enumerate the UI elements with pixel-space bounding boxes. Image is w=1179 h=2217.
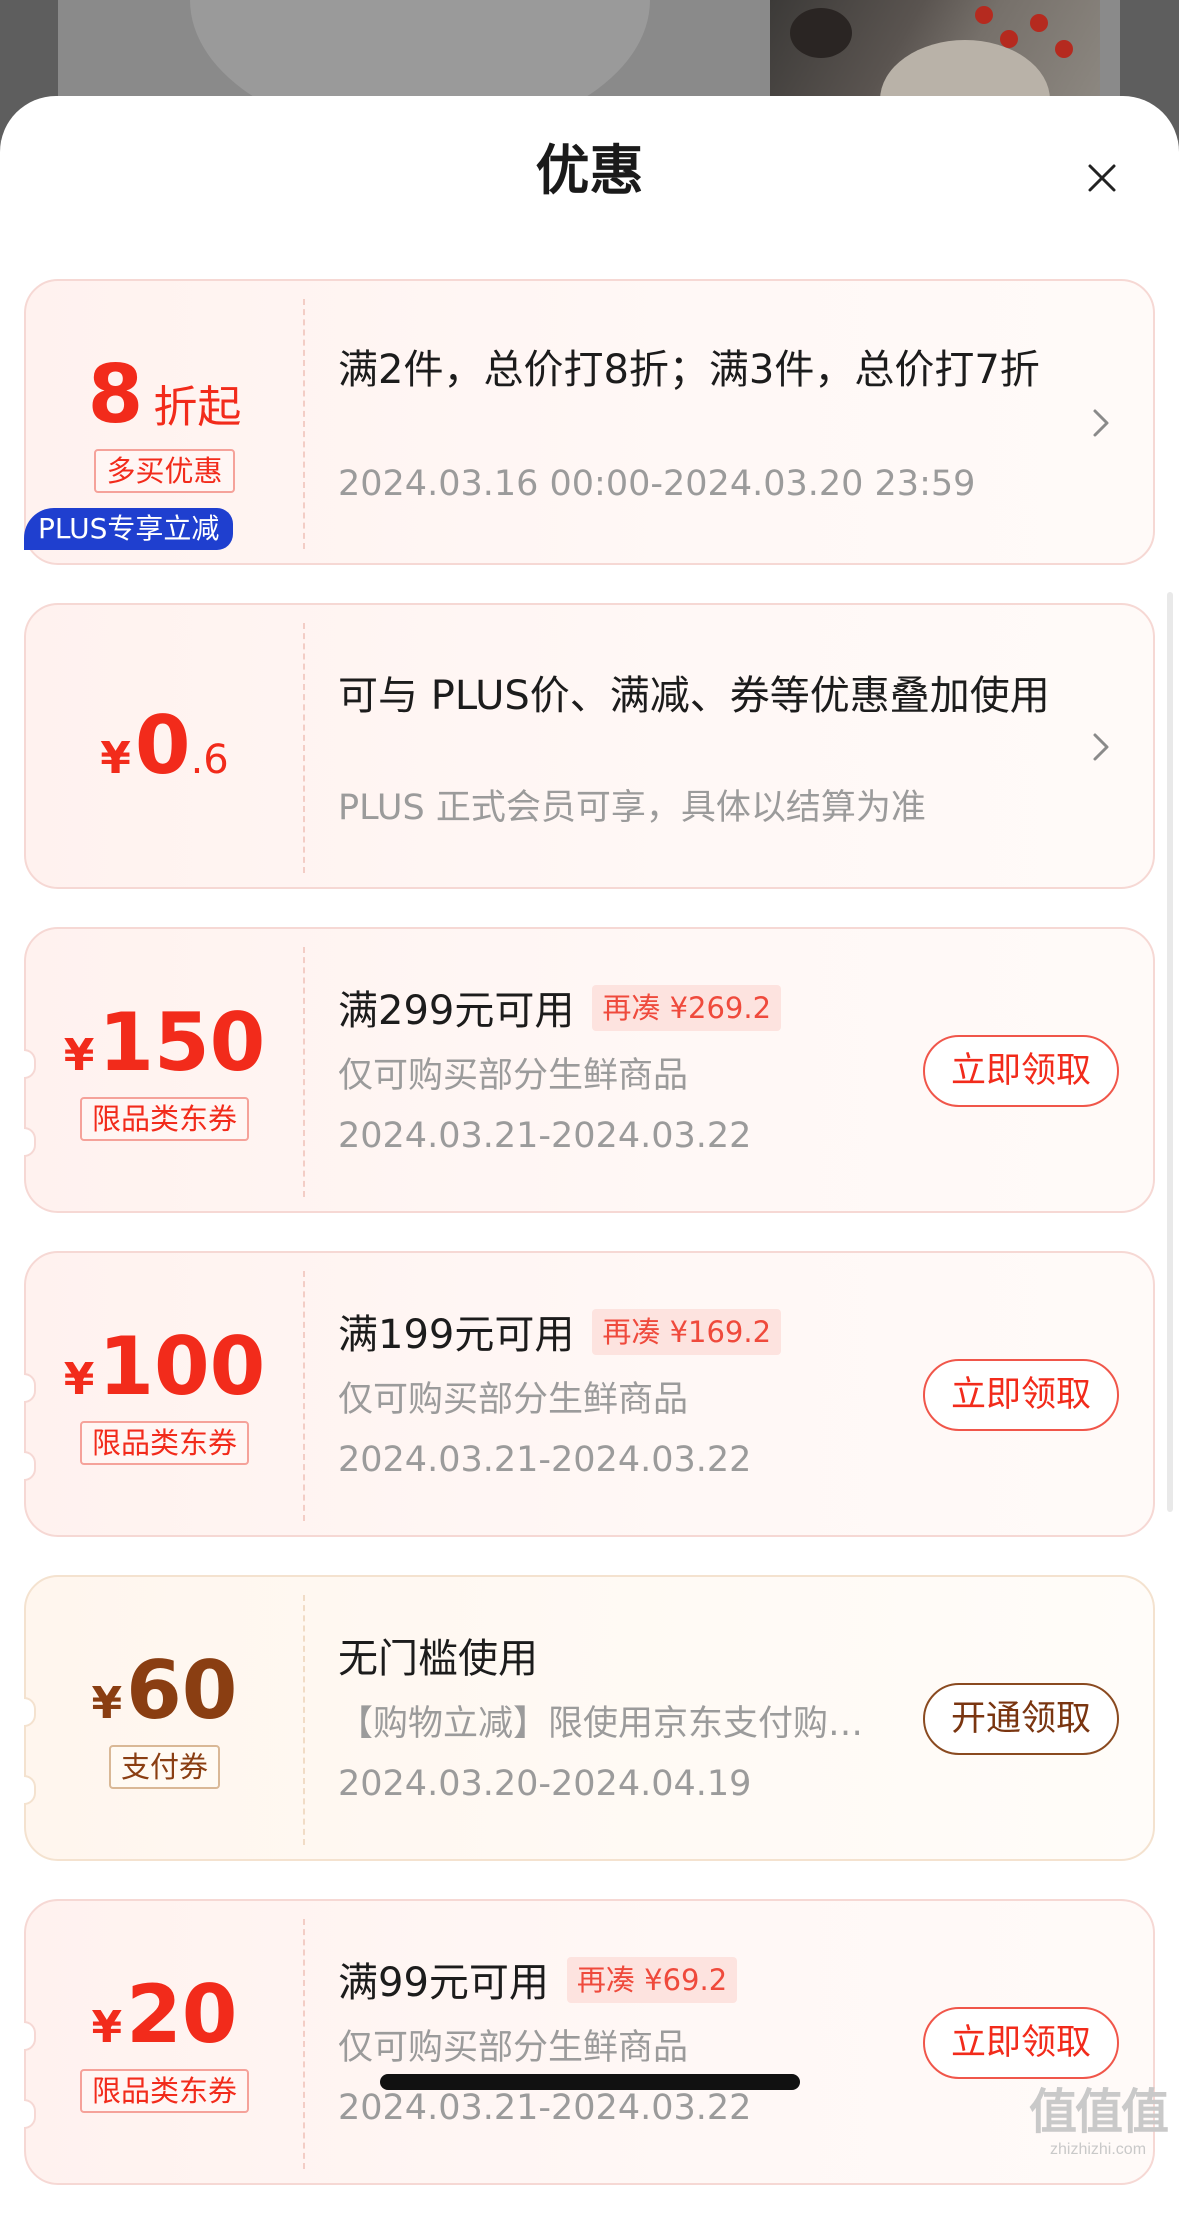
coupon-value: ¥ 20 限品类东券 — [26, 1901, 303, 2183]
remaining-amount-badge: 再凑 ¥69.2 — [566, 1957, 738, 2003]
offer-content: 满2件，总价打8折；满3件，总价打7折 2024.03.16 00:00-202… — [338, 281, 1128, 563]
coupon-validity: 2024.03.21-2024.03.22 — [338, 1440, 752, 1480]
offer-tag: 多买优惠 — [94, 449, 235, 493]
coupon-tag: 支付券 — [108, 1745, 220, 1789]
background-tomato — [1000, 30, 1018, 48]
background-tomato — [1030, 14, 1048, 32]
close-button[interactable] — [1076, 152, 1128, 204]
coupon-threshold: 满299元可用 再凑 ¥269.2 — [338, 985, 782, 1037]
coupon-amount: ¥ 20 — [92, 1971, 238, 2059]
discount-number: 0 — [134, 699, 191, 792]
coupon-tag: 限品类东券 — [79, 1097, 249, 1141]
card-divider — [303, 947, 305, 1197]
watermark-site: zhizhizhi.com — [1049, 2141, 1147, 2158]
remaining-amount-badge: 再凑 ¥269.2 — [592, 985, 782, 1031]
coupon-scope: 仅可购买部分生鲜商品 — [338, 1056, 689, 1096]
offer-period: 2024.03.16 00:00-2024.03.20 23:59 — [338, 464, 976, 504]
currency-symbol: ¥ — [100, 733, 131, 784]
coupon-validity: 2024.03.21-2024.03.22 — [338, 2088, 752, 2128]
coupon-tag: 限品类东券 — [79, 2069, 249, 2113]
remaining-amount-badge: 再凑 ¥169.2 — [592, 1309, 782, 1355]
currency-symbol: ¥ — [63, 1354, 95, 1405]
coupon-value: ¥ 100 限品类东券 — [26, 1253, 303, 1535]
sheet-title: 优惠 — [535, 139, 644, 202]
card-divider — [303, 1919, 305, 2169]
coupon-amount: ¥ 60 — [92, 1647, 238, 1735]
claim-coupon-button[interactable]: 立即领取 — [923, 1359, 1119, 1431]
coupon-scope: 仅可购买部分生鲜商品 — [338, 1380, 689, 1420]
currency-symbol: ¥ — [91, 1678, 123, 1729]
coupon-card-payment: ¥ 60 支付券 无门槛使用 【购物立减】限使用京东支付购… 2024.03.2… — [24, 1575, 1155, 1861]
coupon-threshold-text: 满199元可用 — [338, 1312, 575, 1358]
coupon-threshold-text: 满299元可用 — [338, 988, 575, 1034]
coupon-scope: 【购物立减】限使用京东支付购… — [338, 1704, 864, 1744]
discount-amount: 8 折起 — [88, 351, 242, 439]
discount-number: 8 — [87, 348, 144, 441]
coupon-tag: 限品类东券 — [79, 1421, 249, 1465]
coupon-number: 60 — [126, 1644, 238, 1737]
currency-symbol: ¥ — [91, 2002, 123, 2053]
discount-suffix: 折起 — [153, 382, 242, 433]
offer-content: 可与 PLUS价、满减、券等优惠叠加使用 PLUS 正式会员可享，具体以结算为准 — [338, 605, 1128, 887]
background-tomato — [1055, 40, 1073, 58]
claim-coupon-button[interactable]: 立即领取 — [923, 1035, 1119, 1107]
coupon-threshold: 满99元可用 再凑 ¥69.2 — [338, 1957, 738, 2009]
card-divider — [303, 1271, 305, 1521]
coupon-card: ¥ 150 限品类东券 满299元可用 再凑 ¥269.2 仅可购买部分生鲜商品 … — [24, 927, 1155, 1213]
watermark-logo: 值值值 zhizhizhi.com — [1028, 2086, 1169, 2160]
claim-coupon-button[interactable]: 立即领取 — [923, 2007, 1119, 2079]
coupon-scope: 仅可购买部分生鲜商品 — [338, 2028, 689, 2068]
coupon-validity: 2024.03.21-2024.03.22 — [338, 1116, 752, 1156]
home-indicator — [380, 2074, 800, 2090]
offer-title: 可与 PLUS价、满减、券等优惠叠加使用 — [338, 673, 1050, 719]
offer-card-plus[interactable]: ¥ 0 .6 可与 PLUS价、满减、券等优惠叠加使用 PLUS 正式会员可享，… — [24, 603, 1155, 889]
activate-claim-button[interactable]: 开通领取 — [923, 1683, 1119, 1755]
close-icon[interactable] — [1076, 152, 1128, 204]
scrollbar[interactable] — [1167, 592, 1173, 1512]
coupon-threshold: 满199元可用 再凑 ¥169.2 — [338, 1309, 782, 1361]
plus-exclusive-badge: PLUS专享立减 — [24, 508, 234, 550]
coupon-card: ¥ 100 限品类东券 满199元可用 再凑 ¥169.2 仅可购买部分生鲜商品 … — [24, 1251, 1155, 1537]
discount-fraction: .6 — [190, 737, 229, 783]
background-tomato — [975, 6, 993, 24]
coupon-validity: 2024.03.20-2024.04.19 — [338, 1764, 752, 1804]
offer-title: 满2件，总价打8折；满3件，总价打7折 — [338, 347, 1040, 393]
chevron-right-icon[interactable] — [1089, 727, 1113, 767]
coupon-value: ¥ 150 限品类东券 — [26, 929, 303, 1211]
coupon-value: ¥ 60 支付券 — [26, 1577, 303, 1859]
coupon-number: 20 — [126, 1968, 238, 2061]
card-divider — [303, 299, 305, 549]
chevron-right-icon[interactable] — [1089, 403, 1113, 443]
coupon-card: ¥ 20 限品类东券 满99元可用 再凑 ¥69.2 仅可购买部分生鲜商品 202… — [24, 1899, 1155, 2185]
currency-symbol: ¥ — [63, 1030, 95, 1081]
background-pepper-bowl — [790, 8, 852, 58]
coupon-number: 150 — [98, 996, 266, 1089]
coupon-amount: ¥ 100 — [64, 1323, 266, 1411]
offer-note: PLUS 正式会员可享，具体以结算为准 — [338, 788, 926, 828]
coupon-number: 100 — [98, 1320, 266, 1413]
watermark-text: 值值值 — [1028, 2086, 1169, 2139]
card-divider — [303, 623, 305, 873]
card-divider — [303, 1595, 305, 1845]
coupon-threshold: 无门槛使用 — [338, 1636, 538, 1682]
offer-value: ¥ 0 .6 — [26, 605, 303, 887]
coupon-threshold-text: 满99元可用 — [338, 1960, 549, 2006]
plus-discount-amount: ¥ 0 .6 — [100, 702, 228, 790]
coupon-amount: ¥ 150 — [64, 999, 266, 1087]
